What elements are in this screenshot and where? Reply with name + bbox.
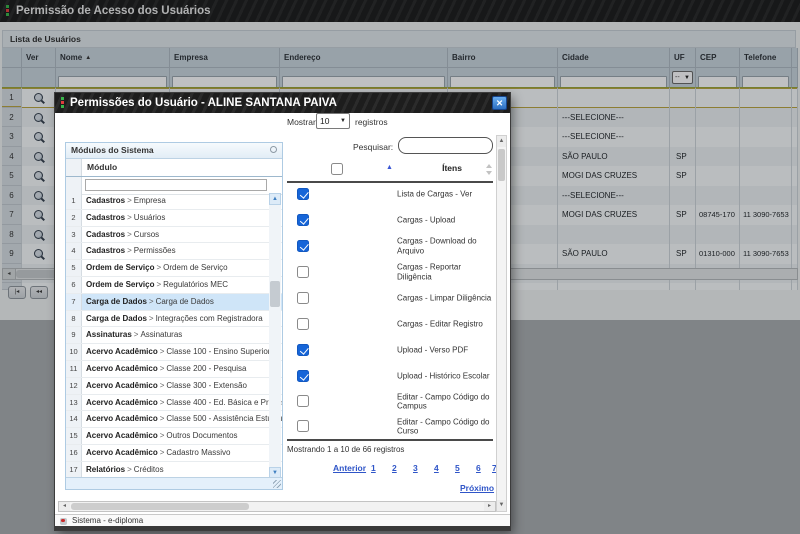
permission-row: Cargas - Reportar Diligência xyxy=(287,259,493,285)
permission-checkbox[interactable] xyxy=(297,240,309,252)
permission-checkbox[interactable] xyxy=(297,420,309,432)
permission-row: Upload - Verso PDF xyxy=(287,337,493,363)
permission-row: Editar - Campo Código do Curso xyxy=(287,414,493,439)
permission-row: Cargas - Editar Registro xyxy=(287,311,493,337)
modal-titlebar[interactable]: Permissões do Usuário - ALINE SANTANA PA… xyxy=(55,93,510,113)
module-row[interactable]: 11 Acervo Acadêmico > Classe 200 - Pesquisa xyxy=(66,360,282,378)
pagination-page-1[interactable]: 1 xyxy=(371,463,376,473)
module-row[interactable]: 9 Assinaturas > Assinaturas xyxy=(66,327,282,345)
scroll-left-icon[interactable]: ◂ xyxy=(59,502,70,511)
permissions-list: Lista de Cargas - Ver Cargas - Upload Ca… xyxy=(287,181,493,441)
modal-handle-icon xyxy=(61,97,64,108)
module-row[interactable]: 6 Ordem de Serviço > Regulatórios MEC xyxy=(66,276,282,294)
module-row[interactable]: 1 Cadastros > Empresa xyxy=(66,193,282,210)
permission-checkbox[interactable] xyxy=(297,188,309,200)
modules-panel: Módulos do Sistema Módulo 1 Cadastros > Emp… xyxy=(65,142,283,490)
pagination-previous[interactable]: Anterior xyxy=(333,463,366,473)
permission-checkbox[interactable] xyxy=(297,370,309,382)
scroll-down-icon[interactable]: ▼ xyxy=(497,500,506,511)
close-button[interactable]: ✕ xyxy=(492,96,507,110)
module-filter-input[interactable] xyxy=(85,179,267,191)
modal-hscrollbar[interactable]: ◂ ▸ xyxy=(58,501,496,512)
pagination-next[interactable]: Próximo xyxy=(460,483,494,493)
vscroll-thumb[interactable] xyxy=(498,149,505,181)
resize-handle-icon[interactable] xyxy=(273,480,281,488)
permission-checkbox[interactable] xyxy=(297,395,309,407)
permission-row: Cargas - Upload xyxy=(287,207,493,233)
pagination-page-2[interactable]: 2 xyxy=(392,463,397,473)
screen: Permissão de Acesso dos Usuários Lista d… xyxy=(0,0,800,534)
permission-row: Lista de Cargas - Ver xyxy=(287,181,493,207)
sort-both-icon[interactable] xyxy=(485,164,492,175)
module-row[interactable]: 8 Carga de Dados > Integrações com Registra… xyxy=(66,310,282,328)
module-list: 1 Cadastros > Empresa 2 Cadastros > Usuários 3… xyxy=(66,193,282,479)
permission-row: Editar - Campo Código do Campus xyxy=(287,389,493,414)
module-row[interactable]: 3 Cadastros > Cursos xyxy=(66,226,282,244)
items-table-header: ▲ Ítens xyxy=(287,159,493,183)
module-row[interactable]: 15 Acervo Acadêmico > Outros Documentos xyxy=(66,428,282,445)
modal-vscrollbar[interactable]: ▲ ▼ xyxy=(496,135,507,512)
search-label: Pesquisar: xyxy=(353,142,394,152)
module-row[interactable]: 16 Acervo Acadêmico > Cadastro Massivo xyxy=(66,444,282,462)
hscroll-thumb[interactable] xyxy=(71,503,249,510)
permission-row: Cargas - Limpar Diligência xyxy=(287,285,493,311)
scroll-up-icon[interactable]: ▲ xyxy=(269,193,281,205)
pagination-page-6[interactable]: 6 xyxy=(476,463,481,473)
records-summary: Mostrando 1 a 10 de 66 registros xyxy=(287,445,405,454)
scroll-up-icon[interactable]: ▲ xyxy=(497,136,506,147)
permission-checkbox[interactable] xyxy=(297,318,309,330)
modal-bottom-edge xyxy=(55,526,510,530)
chevron-down-icon: ▼ xyxy=(340,118,346,124)
module-row[interactable]: 2 Cadastros > Usuários xyxy=(66,209,282,227)
pagination-page-4[interactable]: 4 xyxy=(434,463,439,473)
items-column-header[interactable]: Ítens xyxy=(417,163,487,173)
module-row[interactable]: 14 Acervo Acadêmico > Classe 500 - Assistên… xyxy=(66,411,282,429)
modal-title: Permissões do Usuário - ALINE SANTANA PA… xyxy=(70,97,337,109)
permissions-modal: Permissões do Usuário - ALINE SANTANA PA… xyxy=(55,93,510,530)
modules-panel-header: Módulos do Sistema xyxy=(66,143,282,159)
scroll-right-icon[interactable]: ▸ xyxy=(484,502,495,511)
module-row[interactable]: 12 Acervo Acadêmico > Classe 300 - Extensão xyxy=(66,377,282,395)
panel-collapse-icon[interactable] xyxy=(270,146,277,153)
system-icon xyxy=(60,517,67,525)
pagination-page-5[interactable]: 5 xyxy=(455,463,460,473)
search-input[interactable] xyxy=(398,137,493,154)
permission-checkbox[interactable] xyxy=(297,266,309,278)
module-list-scrollbar[interactable]: ▲ ▼ xyxy=(269,193,281,479)
select-all-checkbox[interactable] xyxy=(331,163,343,175)
status-text: Sistema - e-diploma xyxy=(72,516,144,525)
module-row[interactable]: 5 Ordem de Serviço > Ordem de Serviço xyxy=(66,260,282,277)
module-row-selected[interactable]: 7 Carga de Dados > Carga de Dados xyxy=(66,293,282,311)
permission-checkbox[interactable] xyxy=(297,292,309,304)
permission-checkbox[interactable] xyxy=(297,214,309,226)
module-scroll-thumb[interactable] xyxy=(270,281,280,307)
module-row[interactable]: 10 Acervo Acadêmico > Classe 100 - Ensino S… xyxy=(66,344,282,361)
permission-row: Upload - Histórico Escolar xyxy=(287,363,493,389)
modules-panel-footer xyxy=(66,477,282,489)
permission-checkbox[interactable] xyxy=(297,344,309,356)
module-row[interactable]: 13 Acervo Acadêmico > Classe 400 - Ed. Bási… xyxy=(66,394,282,412)
module-column-header[interactable]: Módulo xyxy=(66,159,282,177)
sort-asc-icon[interactable]: ▲ xyxy=(386,164,393,171)
pagination-page-3[interactable]: 3 xyxy=(413,463,418,473)
registros-label: registros xyxy=(355,117,388,127)
module-row[interactable]: 4 Cadastros > Permissões xyxy=(66,243,282,261)
permission-row: Cargas - Download do Arquivo xyxy=(287,233,493,259)
show-entries-select[interactable]: 10 ▼ xyxy=(316,113,350,129)
show-entries-label: Mostrar xyxy=(287,117,316,127)
close-icon: ✕ xyxy=(495,98,504,108)
